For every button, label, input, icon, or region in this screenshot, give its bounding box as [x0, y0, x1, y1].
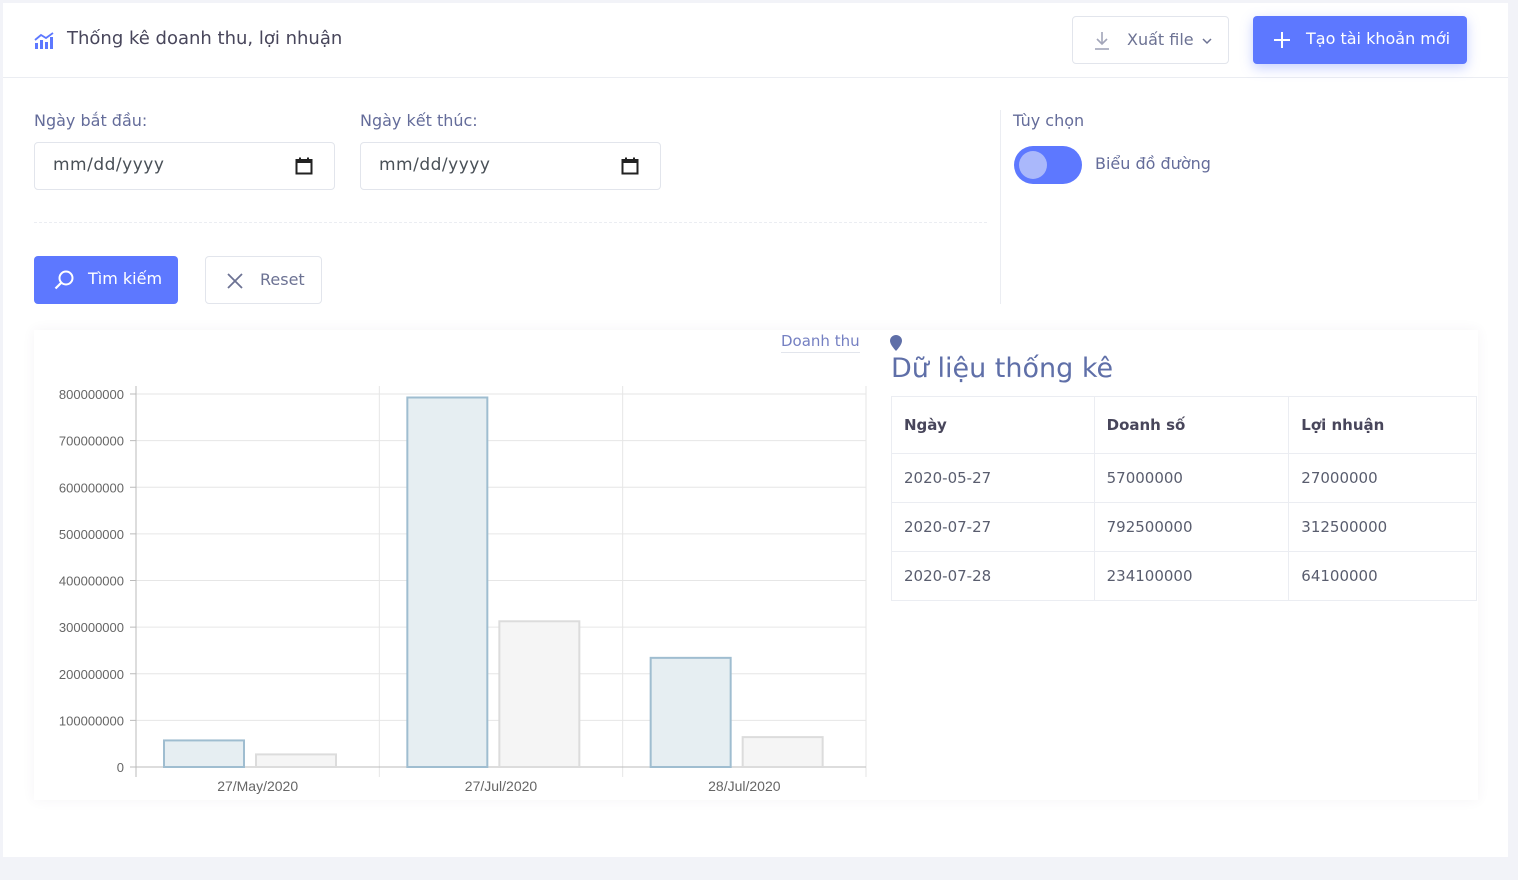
calendar-icon[interactable]	[621, 157, 639, 175]
cell-sales: 234100000	[1093, 551, 1290, 601]
cell-profit: 312500000	[1288, 502, 1477, 552]
end-date-placeholder: mm/dd/yyyy	[379, 155, 491, 175]
stats-table: Ngày Doanh số Lợi nhuận 2020-05-27 57000…	[891, 396, 1477, 601]
search-label: Tìm kiếm	[88, 269, 163, 288]
card-header: Thống kê doanh thu, lợi nhuận Xuất file …	[3, 3, 1508, 78]
page-title: Thống kê doanh thu, lợi nhuận	[67, 28, 343, 49]
bar-profit	[498, 620, 581, 768]
tick-label-y: 700000000	[59, 434, 124, 449]
table-row: 2020-05-27 57000000 27000000	[891, 453, 1477, 503]
tick-label-y: 100000000	[59, 713, 124, 728]
reset-button[interactable]: Reset	[205, 256, 322, 304]
options-label: Tùy chọn	[1013, 111, 1085, 130]
table-row: 2020-07-27 792500000 312500000	[891, 502, 1477, 552]
search-icon	[54, 270, 74, 290]
tick-label-y: 400000000	[59, 574, 124, 589]
column-header-date: Ngày	[891, 396, 1095, 454]
tick-label-x: 27/Jul/2020	[465, 778, 538, 794]
search-button[interactable]: Tìm kiếm	[34, 256, 178, 304]
create-account-button[interactable]: Tạo tài khoản mới	[1253, 16, 1467, 64]
cell-date: 2020-07-28	[891, 551, 1095, 601]
bar-revenue	[406, 396, 489, 768]
export-file-button[interactable]: Xuất file	[1072, 16, 1229, 64]
bar-profit	[255, 753, 337, 769]
chart-line-icon	[34, 32, 54, 49]
cell-date: 2020-05-27	[891, 453, 1095, 503]
tick-label-y: 0	[117, 760, 124, 775]
bar-chart: 0 100000000 200000000 300000000 400000000 500…	[59, 386, 867, 794]
map-pin-icon	[890, 335, 902, 351]
toggle-knob	[1019, 151, 1047, 179]
tick-label-x: 28/Jul/2020	[708, 778, 781, 794]
table-row: 2020-07-28 234100000 64100000	[891, 551, 1477, 601]
column-header-profit: Lợi nhuận	[1288, 396, 1477, 454]
cell-sales: 792500000	[1093, 502, 1290, 552]
table-header-row: Ngày Doanh số Lợi nhuận	[891, 396, 1477, 454]
tick-label-y: 300000000	[59, 620, 124, 635]
line-chart-toggle[interactable]	[1014, 146, 1082, 184]
create-account-label: Tạo tài khoản mới	[1306, 29, 1451, 48]
end-date-input[interactable]: mm/dd/yyyy	[360, 142, 661, 190]
filter-divider	[34, 222, 987, 223]
reset-label: Reset	[260, 270, 305, 289]
stats-card: Thống kê doanh thu, lợi nhuận Xuất file …	[3, 3, 1508, 857]
bar-revenue	[163, 739, 245, 768]
cell-profit: 64100000	[1288, 551, 1477, 601]
bar-profit	[741, 736, 824, 768]
tick-label-x: 27/May/2020	[217, 778, 298, 794]
plus-icon	[1274, 32, 1290, 48]
bar-revenue	[649, 656, 732, 768]
cell-sales: 57000000	[1093, 453, 1290, 503]
tick-label-y: 800000000	[59, 387, 124, 402]
tick-label-y: 200000000	[59, 667, 124, 682]
start-date-input[interactable]: mm/dd/yyyy	[34, 142, 335, 190]
options-divider	[1000, 110, 1001, 304]
chevron-down-icon	[1202, 38, 1212, 45]
cell-profit: 27000000	[1288, 453, 1477, 503]
column-header-sales: Doanh số	[1093, 396, 1290, 454]
calendar-icon[interactable]	[295, 157, 313, 175]
end-date-label: Ngày kết thúc:	[360, 111, 478, 130]
start-date-placeholder: mm/dd/yyyy	[53, 155, 165, 175]
tick-label-y: 500000000	[59, 527, 124, 542]
start-date-label: Ngày bắt đầu:	[34, 111, 148, 130]
legend-revenue[interactable]: Doanh thu	[781, 332, 860, 353]
line-chart-toggle-label: Biểu đồ đường	[1095, 154, 1211, 173]
download-icon	[1095, 32, 1109, 50]
close-icon	[227, 273, 243, 289]
tick-label-y: 600000000	[59, 480, 124, 495]
stats-title: Dữ liệu thống kê	[891, 353, 1114, 384]
cell-date: 2020-07-27	[891, 502, 1095, 552]
export-file-label: Xuất file	[1127, 30, 1194, 49]
